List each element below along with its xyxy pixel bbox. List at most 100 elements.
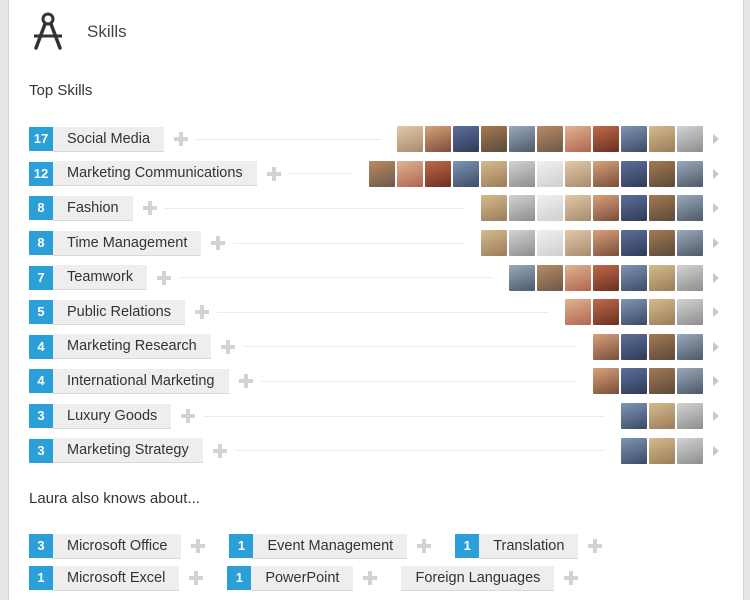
endorser-avatar[interactable]	[565, 160, 591, 187]
endorser-avatar[interactable]	[537, 195, 563, 222]
endorser-avatar[interactable]	[677, 299, 703, 326]
endorsement-count[interactable]: 1	[229, 534, 254, 558]
skill-name[interactable]: Microsoft Office	[53, 533, 182, 559]
skill-name[interactable]: Marketing Strategy	[53, 438, 203, 464]
skill-name[interactable]: PowerPoint	[251, 565, 354, 591]
endorser-avatar[interactable]	[621, 126, 647, 153]
chevron-right-icon[interactable]	[713, 168, 719, 179]
endorser-avatar[interactable]	[397, 160, 423, 187]
plus-icon[interactable]	[194, 305, 209, 320]
chevron-right-icon[interactable]	[713, 203, 719, 214]
endorser-avatar[interactable]	[649, 403, 675, 430]
endorser-avatar[interactable]	[509, 264, 535, 291]
endorser-avatar[interactable]	[621, 437, 647, 464]
endorser-avatar[interactable]	[509, 160, 535, 187]
endorsement-count[interactable]: 1	[227, 566, 252, 590]
endorser-avatar[interactable]	[481, 195, 507, 222]
plus-icon[interactable]	[189, 571, 204, 585]
endorser-avatar[interactable]	[593, 160, 619, 187]
chevron-right-icon[interactable]	[713, 445, 719, 456]
endorser-avatar[interactable]	[621, 403, 647, 430]
endorser-avatar[interactable]	[649, 299, 675, 326]
plus-icon[interactable]	[142, 201, 157, 216]
endorsement-count[interactable]: 8	[29, 231, 53, 256]
endorser-avatar[interactable]	[593, 264, 619, 291]
chevron-right-icon[interactable]	[713, 134, 719, 145]
endorser-avatar[interactable]	[677, 437, 703, 464]
plus-icon[interactable]	[220, 339, 235, 354]
skill-name[interactable]: Luxury Goods	[53, 403, 172, 429]
endorser-avatar[interactable]	[593, 299, 619, 326]
endorser-avatar[interactable]	[593, 126, 619, 153]
endorsement-count[interactable]: 1	[29, 566, 53, 590]
endorsement-count[interactable]: 17	[29, 127, 53, 152]
skill-name[interactable]: Foreign Languages	[401, 565, 555, 591]
plus-icon[interactable]	[181, 409, 196, 424]
skill-name[interactable]: Translation	[479, 533, 579, 559]
endorser-avatar[interactable]	[649, 195, 675, 222]
chevron-right-icon[interactable]	[713, 307, 719, 318]
plus-icon[interactable]	[212, 443, 227, 458]
endorser-avatar[interactable]	[649, 368, 675, 395]
endorsement-count[interactable]: 5	[29, 300, 53, 325]
endorser-avatar[interactable]	[649, 160, 675, 187]
endorser-avatar[interactable]	[677, 195, 703, 222]
plus-icon[interactable]	[266, 166, 281, 181]
endorser-avatar[interactable]	[593, 195, 619, 222]
endorser-avatar[interactable]	[509, 230, 535, 257]
skill-name[interactable]: Fashion	[53, 195, 133, 221]
endorser-avatar[interactable]	[621, 299, 647, 326]
endorser-avatar[interactable]	[453, 160, 479, 187]
endorser-avatar[interactable]	[369, 160, 395, 187]
endorser-avatar[interactable]	[649, 230, 675, 257]
endorsement-count[interactable]: 3	[29, 534, 53, 558]
endorsement-count[interactable]: 4	[29, 369, 53, 394]
endorser-avatar[interactable]	[649, 264, 675, 291]
endorser-avatar[interactable]	[565, 299, 591, 326]
chevron-right-icon[interactable]	[713, 272, 719, 283]
endorser-avatar[interactable]	[621, 195, 647, 222]
endorser-avatar[interactable]	[565, 230, 591, 257]
plus-icon[interactable]	[363, 571, 378, 585]
endorsement-count[interactable]: 3	[29, 404, 53, 429]
plus-icon[interactable]	[157, 270, 172, 285]
skill-name[interactable]: Time Management	[53, 230, 202, 256]
skill-name[interactable]: International Marketing	[53, 368, 229, 394]
chevron-right-icon[interactable]	[713, 341, 719, 352]
skill-name[interactable]: Public Relations	[53, 299, 185, 325]
endorser-avatar[interactable]	[677, 403, 703, 430]
endorsement-count[interactable]: 8	[29, 196, 53, 221]
plus-icon[interactable]	[174, 132, 189, 147]
endorser-avatar[interactable]	[425, 160, 451, 187]
plus-icon[interactable]	[417, 539, 432, 553]
endorser-avatar[interactable]	[677, 126, 703, 153]
endorser-avatar[interactable]	[621, 368, 647, 395]
endorser-avatar[interactable]	[621, 160, 647, 187]
endorsement-count[interactable]: 3	[29, 438, 53, 463]
chevron-right-icon[interactable]	[713, 238, 719, 249]
endorser-avatar[interactable]	[649, 126, 675, 153]
endorser-avatar[interactable]	[537, 264, 563, 291]
skill-name[interactable]: Social Media	[53, 126, 165, 152]
endorsement-count[interactable]: 12	[29, 161, 53, 186]
skill-name[interactable]: Event Management	[253, 533, 408, 559]
endorser-avatar[interactable]	[537, 126, 563, 153]
endorser-avatar[interactable]	[593, 230, 619, 257]
endorsement-count[interactable]: 4	[29, 334, 53, 359]
endorser-avatar[interactable]	[565, 195, 591, 222]
plus-icon[interactable]	[191, 539, 206, 553]
endorser-avatar[interactable]	[593, 368, 619, 395]
endorsement-count[interactable]: 1	[455, 534, 480, 558]
endorser-avatar[interactable]	[677, 368, 703, 395]
endorsement-count[interactable]: 7	[29, 265, 53, 290]
endorser-avatar[interactable]	[593, 333, 619, 360]
plus-icon[interactable]	[588, 539, 603, 553]
endorser-avatar[interactable]	[481, 160, 507, 187]
endorser-avatar[interactable]	[481, 230, 507, 257]
endorser-avatar[interactable]	[677, 160, 703, 187]
endorser-avatar[interactable]	[509, 195, 535, 222]
skill-name[interactable]: Marketing Communications	[53, 161, 257, 187]
skill-name[interactable]: Marketing Research	[53, 334, 211, 360]
endorser-avatar[interactable]	[621, 333, 647, 360]
endorser-avatar[interactable]	[565, 126, 591, 153]
